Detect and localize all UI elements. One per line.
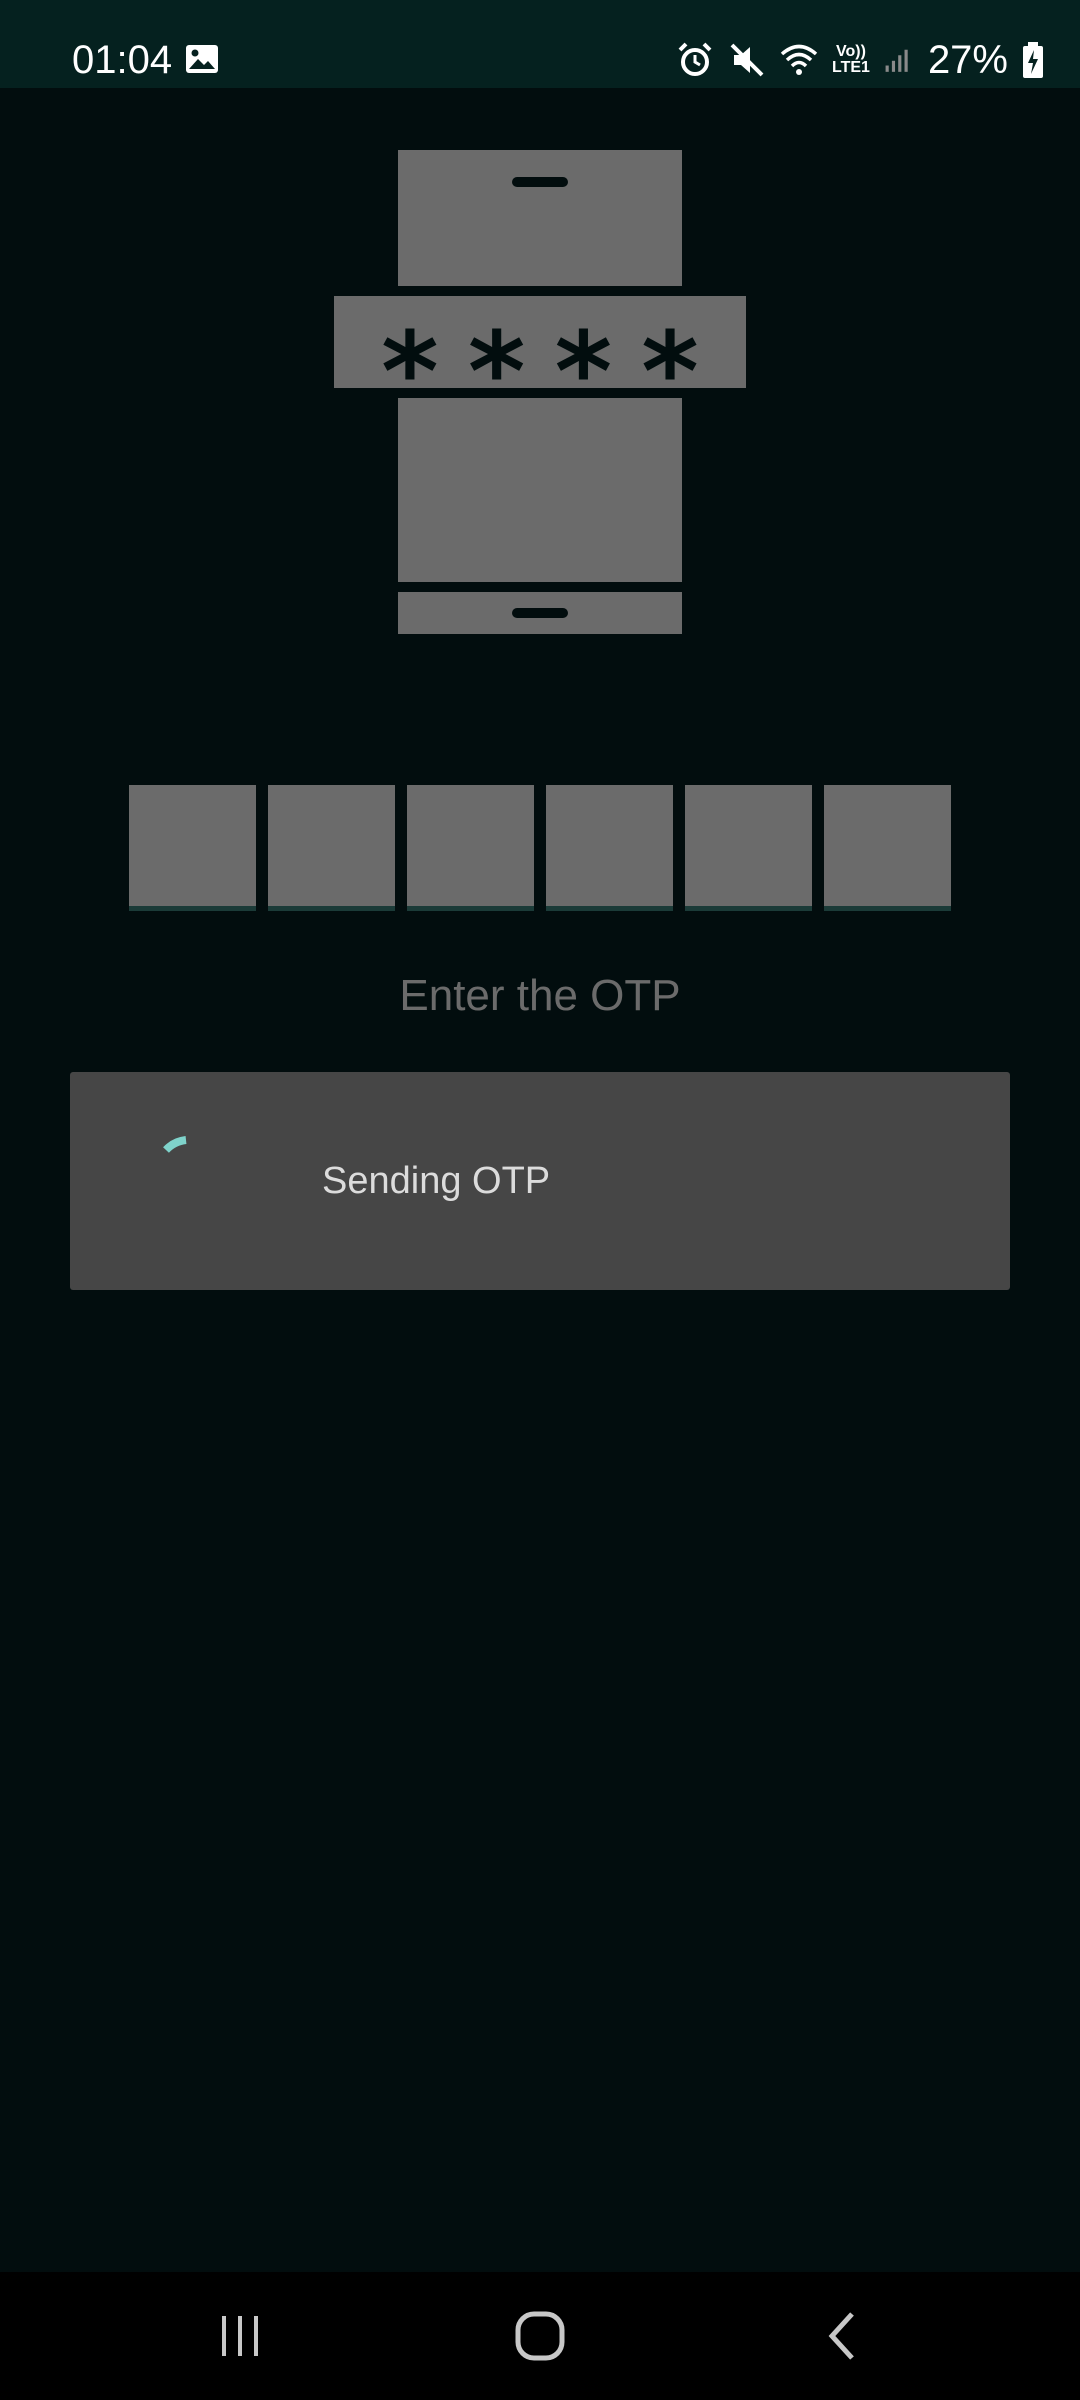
pin-star: * <box>467 308 526 436</box>
progress-dialog: Sending OTP <box>70 1072 1010 1290</box>
back-icon <box>828 2312 854 2360</box>
pin-star: * <box>554 308 613 436</box>
phone-speaker <box>512 177 568 187</box>
otp-digit-input[interactable] <box>824 785 951 911</box>
phone-top-illustration <box>398 150 682 286</box>
signal-icon <box>885 49 908 72</box>
status-bar: 01:04 Vo)) LTE1 27% <box>0 0 1080 88</box>
otp-illustration: * * * * <box>334 150 746 636</box>
otp-digit-input[interactable] <box>546 785 673 911</box>
home-button[interactable] <box>500 2304 580 2368</box>
otp-digit-input[interactable] <box>685 785 812 911</box>
recents-button[interactable] <box>200 2304 280 2368</box>
mute-icon <box>730 43 764 77</box>
battery-percent: 27% <box>927 38 1008 82</box>
loading-spinner-icon <box>163 1136 187 1153</box>
home-icon <box>515 2311 565 2361</box>
otp-digit-input[interactable] <box>129 785 256 911</box>
recents-icon <box>222 2316 258 2356</box>
pin-star: * <box>381 308 439 436</box>
gallery-icon <box>186 45 218 73</box>
otp-prompt-text: Enter the OTP <box>399 971 681 1020</box>
dialog-message: Sending OTP <box>322 1160 551 1202</box>
phone-screen-illustration <box>398 398 682 582</box>
otp-input-row <box>129 785 951 911</box>
battery-charging-icon <box>1023 42 1043 78</box>
network-label-bottom: LTE1 <box>832 59 870 76</box>
pin-star: * <box>641 308 699 436</box>
network-label-top: Vo)) <box>836 43 866 60</box>
otp-digit-input[interactable] <box>268 785 395 911</box>
back-button[interactable] <box>802 2304 882 2368</box>
phone-home-bar <box>512 608 568 618</box>
lte-icon: Vo)) LTE1 <box>832 44 870 76</box>
phone-bottom-illustration <box>398 592 682 634</box>
alarm-icon <box>678 42 712 76</box>
wifi-icon <box>780 44 818 75</box>
otp-digit-input[interactable] <box>407 785 534 911</box>
status-icons: Vo)) LTE1 27% <box>676 32 1044 88</box>
pin-bar-illustration: * * * * <box>334 296 746 436</box>
navigation-bar <box>0 2272 1080 2400</box>
status-time: 01:04 <box>72 38 173 82</box>
